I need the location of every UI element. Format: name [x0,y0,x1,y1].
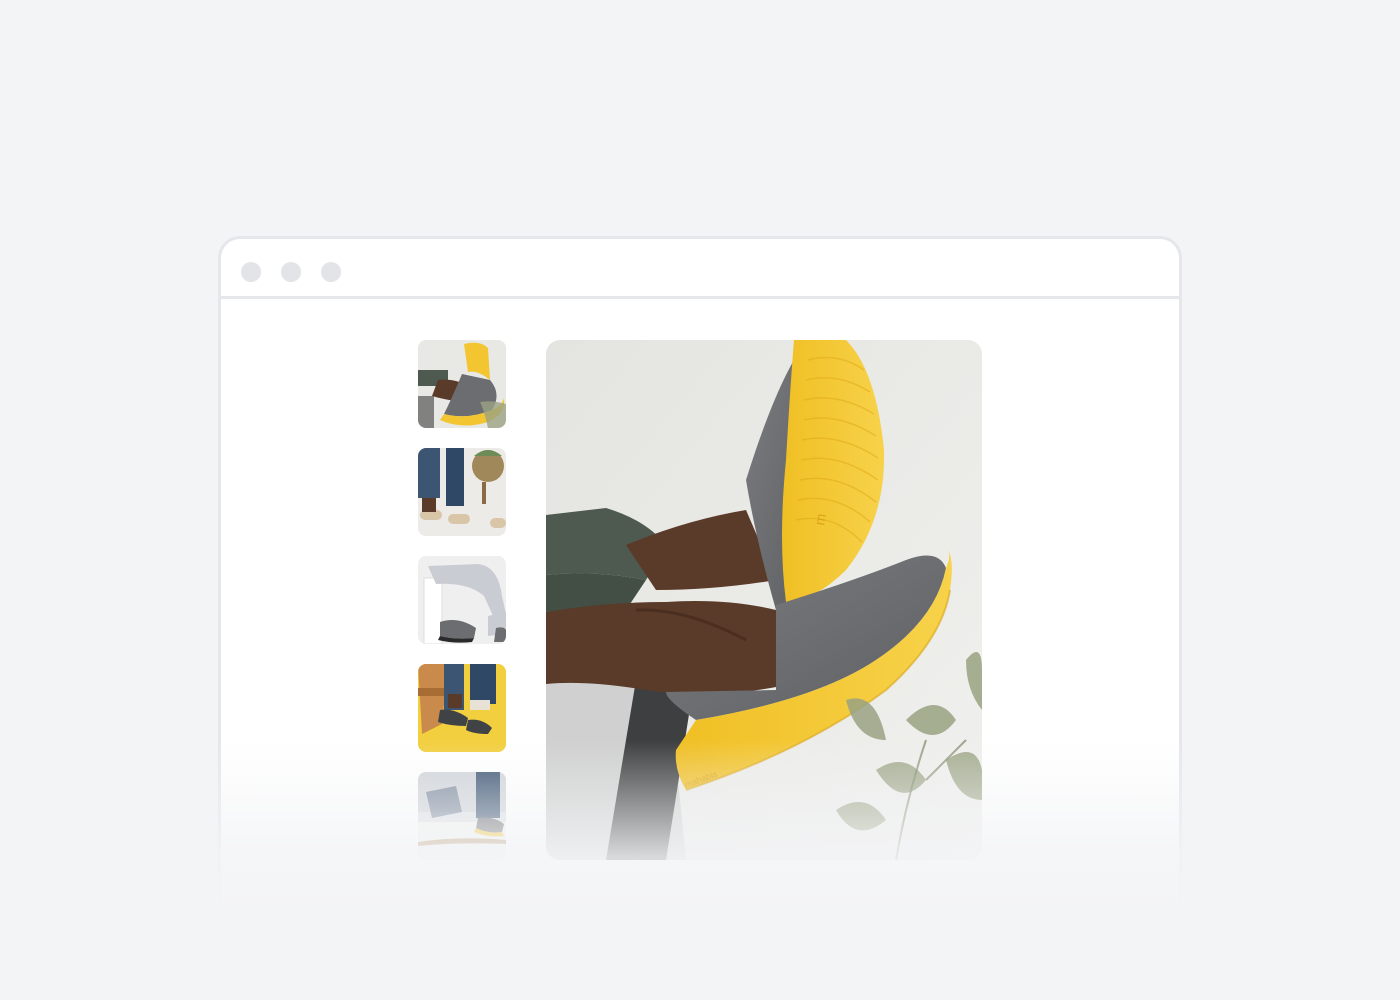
thumbnail-chair-yellow-background[interactable] [418,664,506,752]
maximize-dot-icon[interactable] [321,262,341,282]
photo-thumbnail-icon [418,340,506,428]
photo-thumbnail-icon [418,772,506,860]
minimize-dot-icon[interactable] [281,262,301,282]
photo-thumbnail-icon [418,664,506,752]
browser-window: m mahabis [218,236,1182,936]
main-product-photo[interactable]: m mahabis [546,340,982,860]
thumbnail-side-view-grey[interactable] [418,556,506,644]
close-dot-icon[interactable] [241,262,261,282]
photo-thumbnail-icon [418,556,506,644]
thumbnail-crossed-legs-yellow-sole[interactable] [418,340,506,428]
photo-thumbnail-icon [418,448,506,536]
thumbnail-list [418,340,506,880]
thumbnail-walking-white-rug[interactable] [418,772,506,860]
product-gallery: m mahabis [221,299,1179,936]
photo-icon: m mahabis [546,340,982,860]
thumbnail-seated-jeans-beige[interactable] [418,448,506,536]
window-titlebar [221,239,1179,299]
